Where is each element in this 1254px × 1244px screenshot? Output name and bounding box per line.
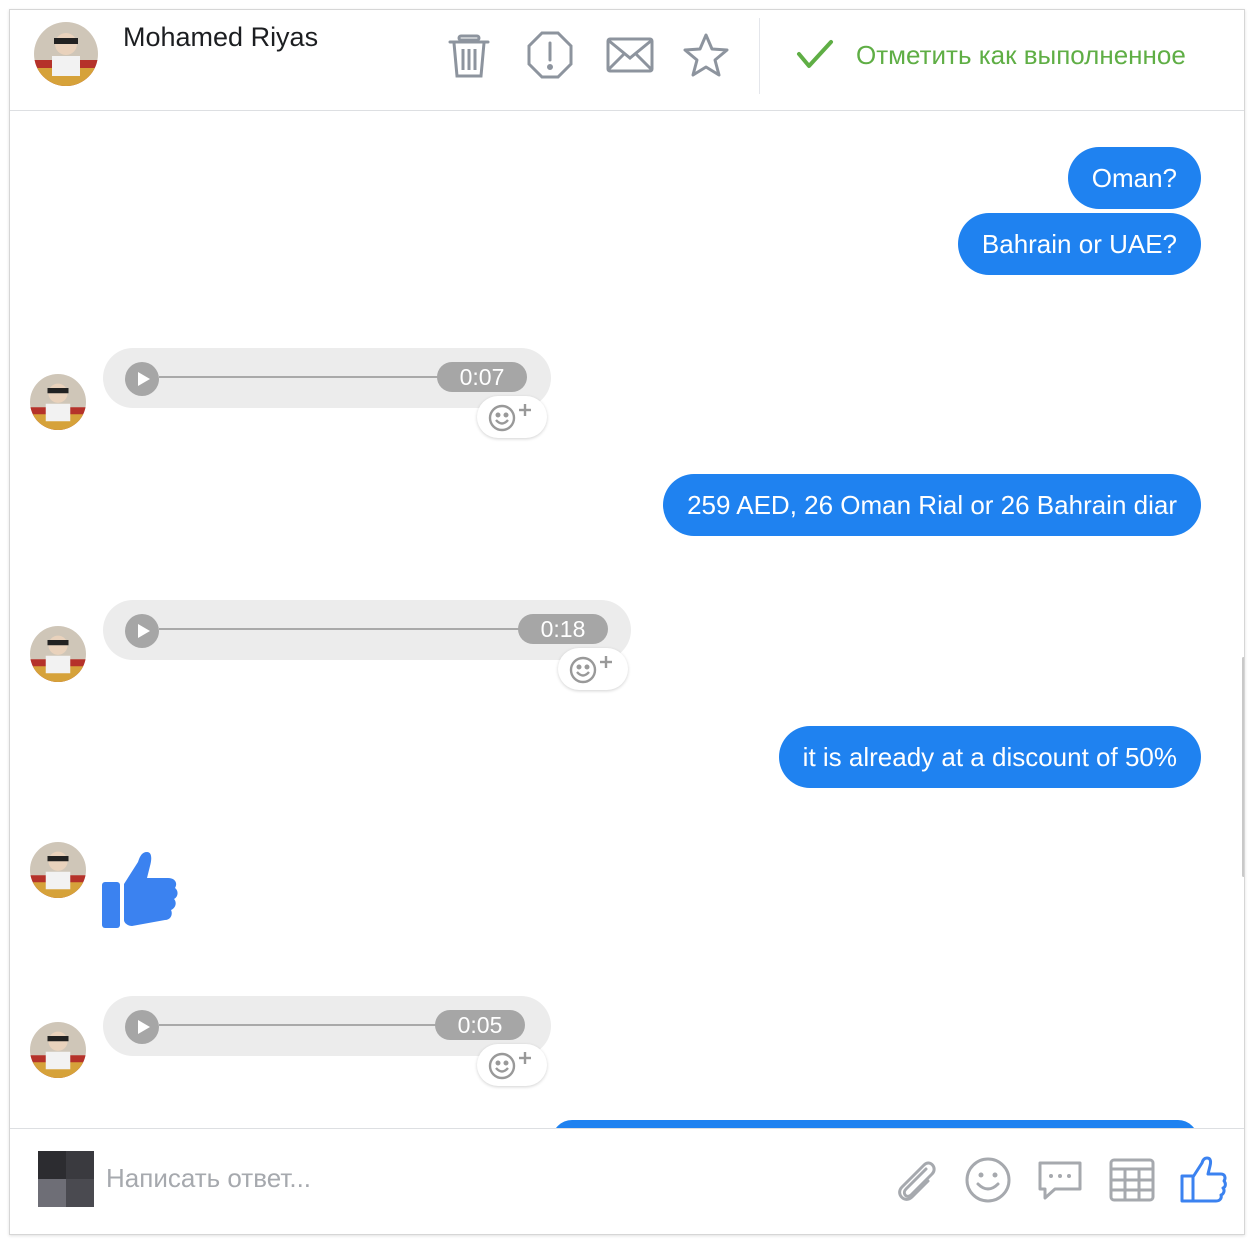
audio-duration: 0:18	[518, 614, 608, 644]
attach-icon[interactable]	[890, 1155, 940, 1205]
play-icon[interactable]	[125, 362, 159, 396]
outgoing-message[interactable]: 259 AED, 26 Oman Rial or 26 Bahrain diar	[663, 474, 1201, 536]
reply-input[interactable]: Написать ответ...	[106, 1163, 311, 1194]
contact-avatar-small[interactable]	[30, 1022, 86, 1078]
conversation-header: Mohamed Riyas Отметить как выполненное	[10, 10, 1244, 111]
messenger-window: Mohamed Riyas Отметить как выполненное O…	[9, 9, 1245, 1235]
check-icon[interactable]	[793, 34, 837, 74]
my-avatar	[38, 1151, 94, 1207]
audio-message[interactable]: 0:18	[103, 600, 631, 660]
chat-icon[interactable]	[1035, 1155, 1085, 1205]
audio-track[interactable]	[159, 1024, 453, 1026]
outgoing-message-partial[interactable]	[552, 1120, 1198, 1128]
audio-track[interactable]	[159, 376, 453, 378]
message-thread[interactable]: Oman? Bahrain or UAE? 0:07 259 AED, 26 O…	[10, 112, 1244, 1128]
outgoing-message[interactable]: Oman?	[1067, 147, 1201, 209]
contact-avatar-small[interactable]	[30, 842, 86, 898]
add-reaction-icon	[569, 656, 612, 684]
trash-icon[interactable]	[444, 30, 494, 80]
outgoing-message[interactable]: it is already at a discount of 50%	[778, 726, 1201, 788]
play-icon[interactable]	[125, 614, 159, 648]
contact-avatar-small[interactable]	[30, 374, 86, 430]
template-icon[interactable]	[1107, 1155, 1157, 1205]
add-reaction-button[interactable]	[477, 1044, 547, 1086]
add-reaction-button[interactable]	[477, 396, 547, 438]
header-separator	[759, 18, 760, 94]
contact-avatar-small[interactable]	[30, 626, 86, 682]
scrollbar-thumb[interactable]	[1242, 657, 1244, 877]
audio-message[interactable]: 0:05	[103, 996, 551, 1056]
reply-composer: Написать ответ...	[10, 1128, 1244, 1234]
like-sticker-icon[interactable]	[102, 850, 178, 928]
emoji-icon[interactable]	[963, 1155, 1013, 1205]
outgoing-message[interactable]: Bahrain or UAE?	[957, 213, 1201, 275]
audio-duration: 0:05	[435, 1010, 525, 1040]
star-icon[interactable]	[681, 30, 731, 80]
audio-message[interactable]: 0:07	[103, 348, 551, 408]
mark-done-button[interactable]: Отметить как выполненное	[856, 40, 1186, 71]
mail-icon[interactable]	[605, 30, 655, 80]
like-icon[interactable]	[1178, 1155, 1228, 1205]
audio-track[interactable]	[159, 628, 533, 630]
add-reaction-icon	[488, 404, 531, 432]
audio-duration: 0:07	[437, 362, 527, 392]
add-reaction-icon	[488, 1052, 531, 1080]
contact-avatar[interactable]	[34, 22, 98, 86]
add-reaction-button[interactable]	[558, 648, 628, 690]
report-icon[interactable]	[525, 30, 575, 80]
contact-name: Mohamed Riyas	[123, 22, 319, 52]
play-icon[interactable]	[125, 1010, 159, 1044]
